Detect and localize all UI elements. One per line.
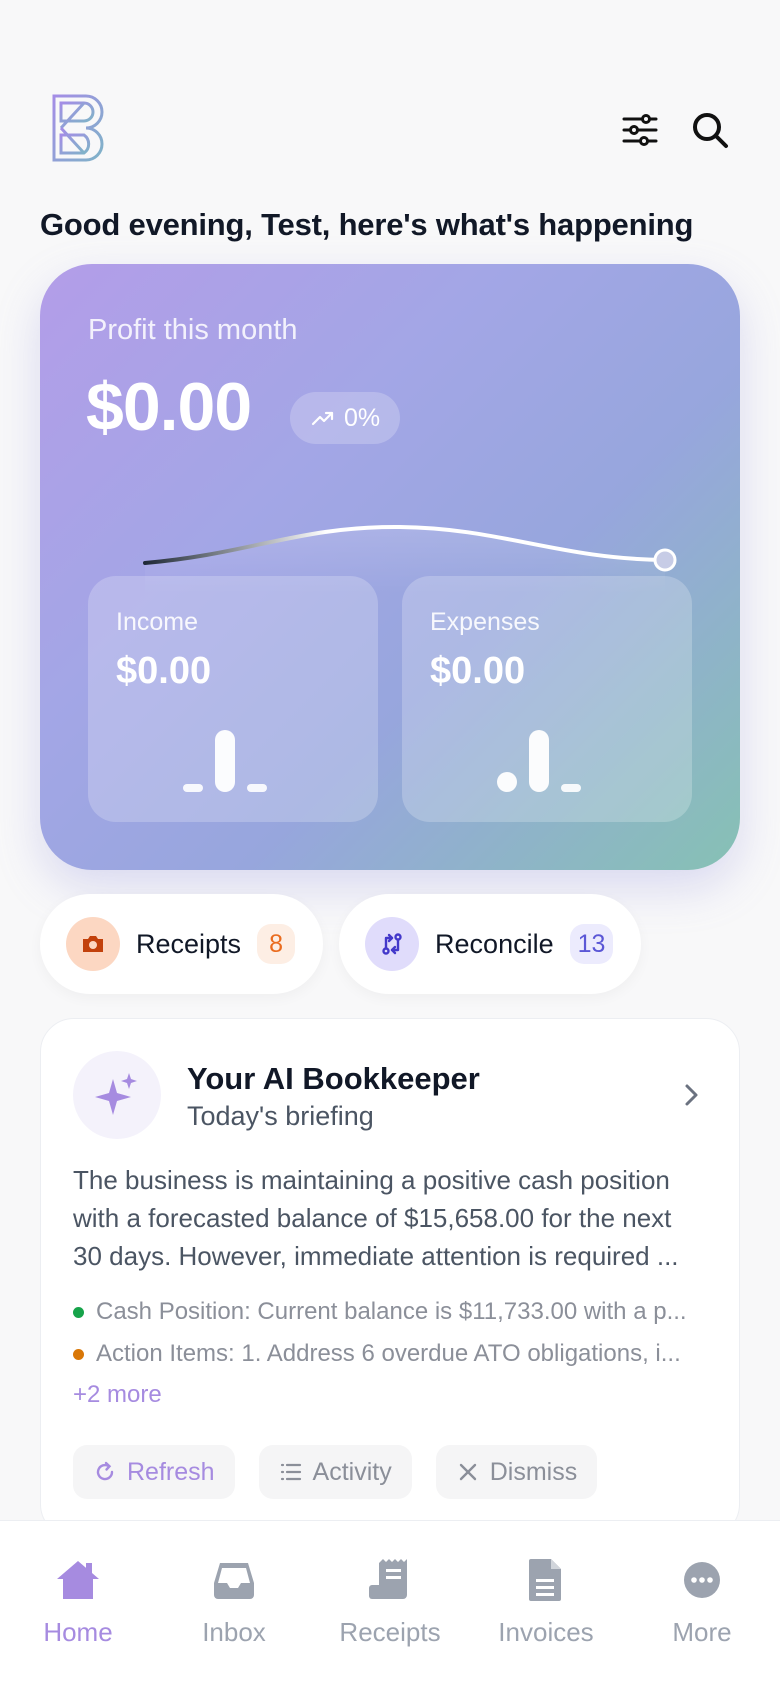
nav-home-label: Home — [43, 1617, 113, 1647]
top-bar — [40, 88, 740, 168]
profit-change-value: 0% — [344, 403, 381, 432]
dismiss-label: Dismiss — [489, 1457, 578, 1486]
expenses-label: Expenses — [430, 608, 540, 636]
status-dot-orange — [73, 1348, 84, 1360]
nav-more[interactable]: More — [624, 1521, 780, 1688]
profit-label: Profit this month — [88, 314, 298, 346]
profit-card[interactable]: Profit this month $0.00 0% Income $0.00 … — [40, 264, 740, 870]
reconcile-chip[interactable]: Reconcile 13 — [339, 894, 642, 994]
ai-briefing-line: The business is maintaining a positive c… — [73, 1165, 670, 1195]
ai-card-actions: Refresh Activity Dismiss — [73, 1445, 598, 1499]
close-icon — [459, 1463, 476, 1481]
activity-button[interactable]: Activity — [258, 1445, 412, 1499]
sliders-icon[interactable] — [620, 110, 660, 150]
income-label: Income — [116, 608, 198, 636]
show-more-link[interactable]: +2 more — [73, 1381, 162, 1409]
briefing-bullet: Action Items: 1. Address 6 overdue ATO o… — [73, 1333, 713, 1375]
more-icon — [684, 1562, 720, 1598]
nav-home[interactable]: Home — [0, 1521, 156, 1688]
refresh-label: Refresh — [127, 1457, 215, 1486]
profit-change-badge: 0% — [290, 392, 401, 444]
nav-invoices[interactable]: Invoices — [468, 1521, 624, 1688]
ai-card-title: Your AI Bookkeeper — [187, 1061, 480, 1096]
profit-value: $0.00 — [86, 369, 252, 445]
reconcile-chip-count: 13 — [569, 924, 614, 964]
quick-action-chips: Receipts 8 Reconcile 13 — [40, 894, 642, 994]
expenses-value: $0.00 — [430, 650, 526, 692]
refresh-icon — [96, 1461, 114, 1481]
nav-inbox[interactable]: Inbox — [156, 1521, 312, 1688]
greeting-text: Good evening, Test, here's what's happen… — [40, 207, 694, 242]
trend-up-icon — [311, 411, 334, 426]
activity-label: Activity — [312, 1457, 392, 1486]
list-icon — [280, 1463, 301, 1481]
receipts-chip-label: Receipts — [136, 928, 242, 959]
income-card[interactable]: Income $0.00 — [88, 576, 378, 822]
receipt-icon — [369, 1559, 407, 1599]
bottom-navigation: Home Inbox Receipts Invoices More — [0, 1520, 780, 1688]
inbox-icon — [214, 1563, 254, 1599]
camera-icon — [83, 936, 103, 952]
briefing-bullet-text: Action Items: 1. Address 6 overdue ATO o… — [96, 1340, 681, 1367]
briefing-bullet: Cash Position: Current balance is $11,73… — [73, 1291, 713, 1333]
sparkles-icon — [95, 1073, 137, 1115]
ai-card-subtitle: Today's briefing — [187, 1101, 374, 1131]
chevron-right-icon[interactable] — [675, 1079, 707, 1111]
top-actions — [620, 110, 730, 150]
search-icon[interactable] — [690, 110, 730, 150]
invoice-icon — [529, 1559, 561, 1601]
expenses-card[interactable]: Expenses $0.00 — [402, 576, 692, 822]
nav-receipts[interactable]: Receipts — [312, 1521, 468, 1688]
app-logo[interactable] — [50, 92, 112, 164]
nav-invoices-label: Invoices — [498, 1617, 594, 1647]
refresh-button[interactable]: Refresh — [73, 1445, 235, 1499]
briefing-bullet-text: Cash Position: Current balance is $11,73… — [96, 1298, 687, 1325]
reconcile-chip-label: Reconcile — [435, 928, 554, 959]
nav-inbox-label: Inbox — [202, 1617, 266, 1647]
ai-briefing-line: with a forecasted balance of $15,658.00 … — [73, 1203, 672, 1233]
status-dot-green — [73, 1306, 84, 1318]
receipts-chip-count: 8 — [257, 924, 296, 964]
reconcile-icon — [382, 933, 402, 955]
income-mini-chart — [183, 730, 267, 792]
reconcile-chip-icon-bg — [365, 917, 420, 971]
income-value: $0.00 — [116, 650, 212, 692]
receipts-chip[interactable]: Receipts 8 — [40, 894, 324, 994]
ai-bookkeeper-card[interactable]: Your AI Bookkeeper Today's briefing The … — [40, 1018, 740, 1538]
ai-briefing-line: 30 days. However, immediate attention is… — [73, 1241, 679, 1271]
nav-more-label: More — [672, 1617, 732, 1647]
profit-sparkline — [143, 524, 677, 594]
ai-briefing-bullets: Cash Position: Current balance is $11,73… — [73, 1291, 713, 1375]
nav-receipts-label: Receipts — [339, 1617, 441, 1647]
dismiss-button[interactable]: Dismiss — [435, 1445, 598, 1499]
expenses-mini-chart — [497, 730, 581, 792]
home-icon — [57, 1561, 99, 1599]
ai-briefing-text: The business is maintaining a positive c… — [73, 1161, 713, 1275]
ai-avatar — [73, 1051, 161, 1139]
receipts-chip-icon-bg — [66, 917, 120, 971]
